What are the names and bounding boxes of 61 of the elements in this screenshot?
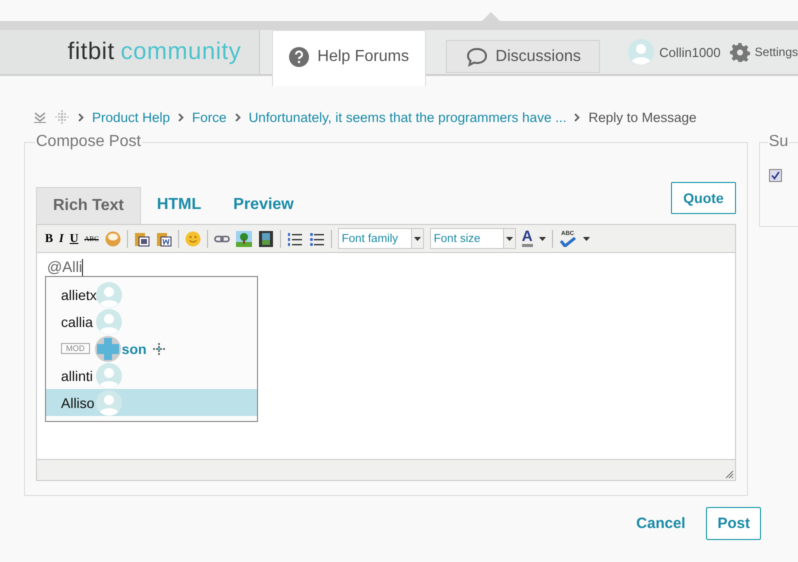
avatar-icon <box>96 362 122 388</box>
editor-tab[interactable]: HTML <box>140 187 218 224</box>
chevron-icon <box>78 112 84 122</box>
breadcrumb-link[interactable]: Unfortunately, it seems that the programmers have ... <box>248 110 566 124</box>
dropdown-arrow-icon <box>414 236 421 240</box>
message-editor[interactable]: @Alli allietx callia MOD son allinti Alliso <box>37 253 735 459</box>
mention-option[interactable]: allinti <box>46 362 257 389</box>
font-family-dropdown[interactable]: Font family <box>338 228 424 249</box>
nav-tab[interactable]: Help Forums <box>272 30 426 86</box>
editor-tab[interactable]: Preview <box>217 187 310 224</box>
help-icon <box>289 46 310 66</box>
smiley-icon[interactable] <box>184 230 201 246</box>
settings-icon[interactable] <box>730 42 750 62</box>
bullet-list-icon[interactable] <box>308 230 325 246</box>
collapse-icon[interactable] <box>34 111 46 123</box>
settings-link[interactable]: Settings <box>754 45 798 59</box>
mention-name: allietx <box>61 286 96 302</box>
post-button[interactable]: Post <box>706 507 761 540</box>
quote-button[interactable]: Quote <box>671 182 736 214</box>
speech-bubble-icon <box>466 46 488 66</box>
breadcrumb-link[interactable]: Product Help <box>92 110 170 124</box>
mention-option[interactable]: callia <box>46 308 257 335</box>
dropdown-arrow-icon[interactable] <box>582 236 590 240</box>
nav-tab[interactable]: Discussions <box>446 40 600 73</box>
paste-word-icon[interactable] <box>156 230 172 246</box>
bold-button[interactable]: B <box>45 231 54 246</box>
avatar-icon <box>96 282 122 308</box>
numbered-list-icon[interactable] <box>286 230 303 246</box>
dropdown-arrow-icon[interactable] <box>538 236 546 240</box>
paste-icon[interactable] <box>134 230 150 246</box>
avatar-icon <box>96 308 122 334</box>
chevron-icon <box>234 112 241 122</box>
fitbit-dots-icon <box>152 342 166 356</box>
mention-name: callia <box>61 314 94 330</box>
breadcrumb-link[interactable]: Force <box>192 110 227 124</box>
moderator-badge: MOD <box>61 343 90 354</box>
image-icon[interactable] <box>236 230 252 246</box>
checkbox[interactable] <box>768 169 782 182</box>
breadcrumb-current: Reply to Message <box>588 110 697 124</box>
username-link[interactable]: Collin1000 <box>659 44 721 60</box>
italic-button[interactable]: I <box>59 231 64 246</box>
editor-tab[interactable]: Rich Text <box>36 187 141 224</box>
resize-grip-icon[interactable] <box>724 469 734 479</box>
mention-option[interactable]: Alliso <box>46 389 257 416</box>
underline-button[interactable]: U <box>70 231 78 246</box>
fitbit-dots-icon[interactable] <box>54 109 70 125</box>
chevron-icon <box>574 112 580 122</box>
chevron-icon <box>178 112 184 122</box>
font-size-dropdown[interactable]: Font size <box>430 228 516 249</box>
dropdown-arrow-icon <box>506 236 513 240</box>
avatar-icon <box>96 390 122 416</box>
panel-legend: Compose Post <box>35 133 142 151</box>
film-icon[interactable] <box>258 230 274 246</box>
text-color-button[interactable]: A <box>522 230 533 247</box>
avatar-icon <box>94 336 121 362</box>
mention-option[interactable]: MOD son <box>46 335 257 362</box>
mention-name: Alliso <box>61 394 96 410</box>
mention-name: son <box>122 340 147 356</box>
cancel-link[interactable]: Cancel <box>636 515 686 532</box>
mention-option[interactable]: allietx <box>46 281 257 308</box>
mention-name: allinti <box>61 368 94 384</box>
